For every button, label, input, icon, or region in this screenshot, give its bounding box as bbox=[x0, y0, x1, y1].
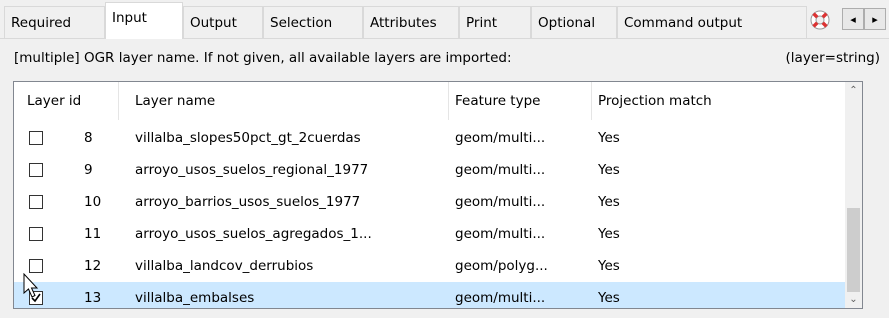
column-header-layer-id[interactable]: Layer id bbox=[14, 82, 119, 120]
projection-match-cell: Yes bbox=[598, 226, 620, 242]
tab-label: Attributes bbox=[370, 14, 437, 31]
projection-match-cell: Yes bbox=[598, 194, 620, 210]
tab-input[interactable]: Input bbox=[105, 2, 183, 39]
layer-name-cell: arroyo_usos_suelos_agregados_1... bbox=[135, 226, 372, 242]
table-row[interactable]: 12 villalba_landcov_derrubios geom/polyg..… bbox=[14, 250, 850, 282]
layer-checkbox[interactable] bbox=[29, 195, 43, 209]
tab-label: Command output bbox=[624, 14, 743, 31]
lifebuoy-icon[interactable] bbox=[808, 8, 832, 32]
tab-attributes[interactable]: Attributes bbox=[363, 6, 459, 38]
tab-label: Optional bbox=[538, 14, 596, 31]
layer-name-cell: villalba_embalses bbox=[135, 290, 255, 306]
scroll-down-button[interactable]: ⌄ bbox=[845, 291, 862, 308]
layer-table: Layer id Layer name Feature type Project… bbox=[13, 81, 863, 309]
feature-type-cell: geom/multi... bbox=[455, 226, 546, 242]
tab-print[interactable]: Print bbox=[459, 6, 531, 38]
tab-bar: Required Input Output Selection Attribut… bbox=[0, 0, 889, 39]
layer-id-cell: 11 bbox=[84, 226, 102, 242]
projection-match-cell: Yes bbox=[598, 162, 620, 178]
layer-id-cell: 12 bbox=[84, 258, 102, 274]
tab-output[interactable]: Output bbox=[183, 6, 263, 38]
row-checkbox-cell bbox=[29, 218, 49, 250]
table-row[interactable]: 8 villalba_slopes50pct_gt_2cuerdas geom/mu… bbox=[14, 122, 850, 154]
header-label: Layer id bbox=[27, 93, 82, 109]
table-header: Layer id Layer name Feature type Project… bbox=[14, 82, 850, 120]
parameter-hint: (layer=string) bbox=[785, 50, 880, 66]
feature-type-cell: geom/multi... bbox=[455, 290, 546, 306]
feature-type-cell: geom/multi... bbox=[455, 162, 546, 178]
table-row[interactable]: 10 arroyo_barrios_usos_suelos_1977 geom/mu… bbox=[14, 186, 850, 218]
feature-type-cell: geom/multi... bbox=[455, 130, 546, 146]
table-row[interactable]: 11 arroyo_usos_suelos_agregados_1... geom/… bbox=[14, 218, 850, 250]
layer-checkbox[interactable] bbox=[29, 259, 43, 273]
vertical-scrollbar[interactable]: ⌃ ⌄ bbox=[845, 82, 862, 308]
row-checkbox-cell bbox=[29, 154, 49, 186]
column-header-feature-type[interactable]: Feature type bbox=[449, 82, 592, 120]
feature-type-cell: geom/polyg... bbox=[455, 258, 548, 274]
table-row[interactable]: 9 arroyo_usos_suelos_regional_1977 geom/mu… bbox=[14, 154, 850, 186]
scrollbar-thumb[interactable] bbox=[847, 208, 860, 292]
tab-label: Selection bbox=[270, 14, 333, 31]
table-row[interactable]: 13 villalba_embalses geom/multi... Yes bbox=[14, 282, 850, 308]
chevron-down-icon: ⌄ bbox=[849, 294, 858, 305]
row-checkbox-cell bbox=[29, 122, 49, 154]
header-label: Feature type bbox=[455, 93, 541, 109]
header-label: Layer name bbox=[135, 93, 216, 109]
layer-checkbox[interactable] bbox=[29, 227, 43, 241]
scroll-up-button[interactable]: ⌃ bbox=[845, 82, 862, 99]
layer-id-cell: 13 bbox=[84, 290, 102, 306]
tab-label: Print bbox=[466, 14, 498, 31]
tab-label: Required bbox=[11, 14, 72, 31]
layer-checkbox[interactable] bbox=[29, 131, 43, 145]
layer-name-cell: villalba_landcov_derrubios bbox=[135, 258, 314, 274]
tab-selection[interactable]: Selection bbox=[263, 6, 363, 38]
tab-label: Output bbox=[190, 14, 237, 31]
parameter-description: [multiple] OGR layer name. If not given,… bbox=[14, 50, 512, 66]
row-checkbox-cell bbox=[29, 186, 49, 218]
layer-checkbox[interactable] bbox=[29, 163, 43, 177]
chevron-right-icon: ▸ bbox=[872, 12, 878, 26]
tab-label: Input bbox=[112, 10, 147, 26]
layer-name-cell: arroyo_barrios_usos_suelos_1977 bbox=[135, 194, 361, 210]
feature-type-cell: geom/multi... bbox=[455, 194, 546, 210]
layer-id-cell: 8 bbox=[84, 130, 93, 146]
projection-match-cell: Yes bbox=[598, 290, 620, 306]
tab-scroll-left-button[interactable]: ◂ bbox=[842, 8, 864, 30]
tab-required[interactable]: Required bbox=[4, 6, 105, 38]
mouse-pointer-icon bbox=[23, 273, 39, 298]
layer-id-cell: 10 bbox=[84, 194, 102, 210]
tab-optional[interactable]: Optional bbox=[531, 6, 617, 38]
layer-name-cell: arroyo_usos_suelos_regional_1977 bbox=[135, 162, 369, 178]
projection-match-cell: Yes bbox=[598, 258, 620, 274]
column-header-projection-match[interactable]: Projection match bbox=[592, 82, 850, 120]
column-header-layer-name[interactable]: Layer name bbox=[119, 82, 449, 120]
chevron-up-icon: ⌃ bbox=[849, 85, 858, 96]
projection-match-cell: Yes bbox=[598, 130, 620, 146]
header-label: Projection match bbox=[598, 93, 712, 109]
layer-id-cell: 9 bbox=[84, 162, 93, 178]
tab-command-output[interactable]: Command output bbox=[617, 6, 807, 38]
tab-scroll-right-button[interactable]: ▸ bbox=[864, 8, 886, 30]
chevron-left-icon: ◂ bbox=[850, 12, 856, 26]
layer-name-cell: villalba_slopes50pct_gt_2cuerdas bbox=[135, 130, 361, 146]
